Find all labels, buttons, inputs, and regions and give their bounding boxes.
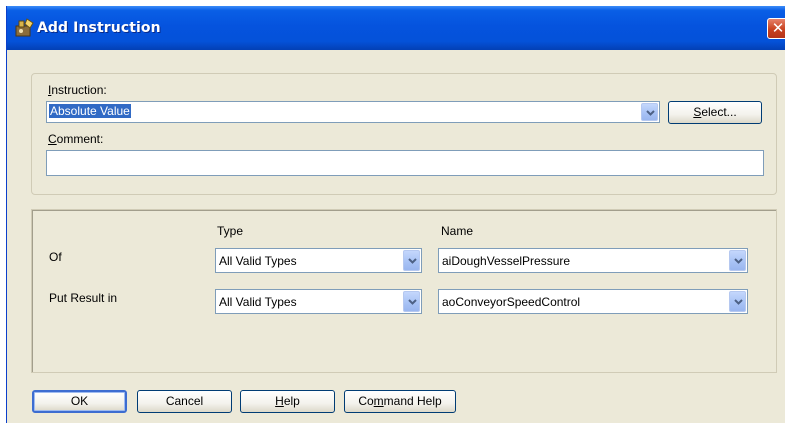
help-button[interactable]: Help xyxy=(240,390,335,413)
chevron-down-icon xyxy=(408,258,417,264)
title-bar[interactable]: Add Instruction ✕ xyxy=(7,6,785,50)
instruction-label-rest: nstruction: xyxy=(51,83,107,97)
command-help-accel: m xyxy=(373,394,384,408)
window-title: Add Instruction xyxy=(37,20,161,36)
type-column-header: Type xyxy=(217,224,244,238)
select-button[interactable]: Select... xyxy=(668,101,762,124)
of-name-dropdown-button[interactable] xyxy=(729,250,746,271)
of-type-combo[interactable]: All Valid Types xyxy=(215,248,422,273)
name-column-header: Name xyxy=(441,224,474,238)
command-help-post: mand Help xyxy=(383,394,442,408)
of-name-combo[interactable]: aiDoughVesselPressure xyxy=(438,248,748,273)
instruction-combo[interactable]: Absolute Value xyxy=(46,101,660,123)
of-type-value: All Valid Types xyxy=(219,254,297,268)
result-type-dropdown-button[interactable] xyxy=(403,291,420,312)
help-button-accel: H xyxy=(275,394,284,408)
comment-label-rest: omment: xyxy=(56,132,104,146)
comment-label-accel: C xyxy=(48,132,57,146)
ok-button[interactable]: OK xyxy=(32,390,127,413)
chevron-down-icon xyxy=(408,299,417,305)
of-label: Of xyxy=(49,250,62,264)
close-button[interactable]: ✕ xyxy=(767,18,785,39)
result-type-combo[interactable]: All Valid Types xyxy=(215,289,422,314)
instruction-value: Absolute Value xyxy=(49,104,131,118)
command-help-button[interactable]: Command Help xyxy=(344,390,456,413)
help-button-rest: elp xyxy=(283,394,300,408)
result-name-dropdown-button[interactable] xyxy=(729,291,746,312)
instruction-group xyxy=(31,73,777,195)
comment-field[interactable] xyxy=(46,150,764,176)
select-button-rest: elect... xyxy=(701,105,737,119)
chevron-down-icon xyxy=(646,110,655,116)
result-name-combo[interactable]: aoConveyorSpeedControl xyxy=(438,289,748,314)
add-instruction-dialog: Add Instruction ✕ Instruction: Absolute … xyxy=(6,6,785,423)
chevron-down-icon xyxy=(734,299,743,305)
result-name-value: aoConveyorSpeedControl xyxy=(442,295,581,309)
of-name-value: aiDoughVesselPressure xyxy=(442,254,571,268)
put-result-in-label: Put Result in xyxy=(49,291,118,305)
instruction-dropdown-button[interactable] xyxy=(641,103,658,121)
comment-label: Comment: xyxy=(48,132,103,146)
cancel-button[interactable]: Cancel xyxy=(137,390,232,413)
chevron-down-icon xyxy=(734,258,743,264)
result-type-value: All Valid Types xyxy=(219,295,297,309)
command-help-pre: Co xyxy=(358,394,374,408)
of-type-dropdown-button[interactable] xyxy=(403,250,420,271)
app-icon xyxy=(15,18,34,37)
instruction-label: Instruction: xyxy=(48,83,107,97)
